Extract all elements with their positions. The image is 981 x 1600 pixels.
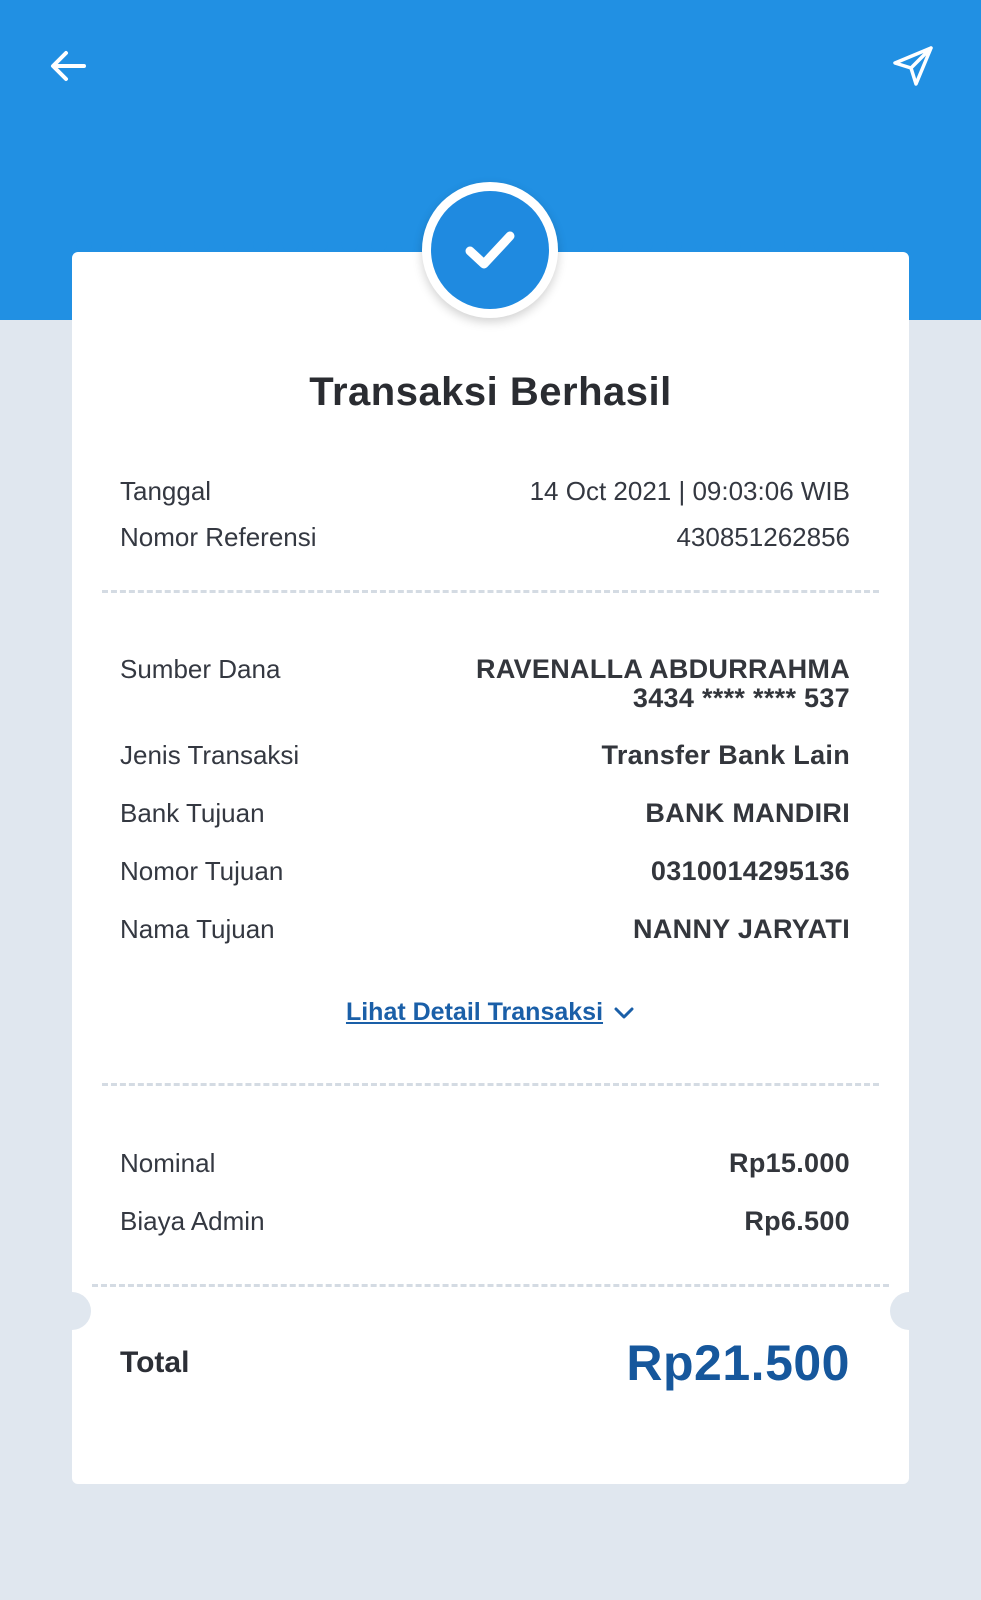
total-row: Total Rp21.500 xyxy=(120,1334,850,1392)
destination-name-value: NANNY JARYATI xyxy=(633,914,850,944)
success-badge xyxy=(422,182,558,318)
source-fund-value: RAVENALLA ABDURRAHMA 3434 **** **** 537 xyxy=(476,654,850,714)
send-icon xyxy=(893,46,933,86)
date-row: Tanggal 14 Oct 2021 | 09:03:06 WIB xyxy=(120,476,850,507)
admin-fee-row: Biaya Admin Rp6.500 xyxy=(120,1206,850,1237)
nominal-row: Nominal Rp15.000 xyxy=(120,1148,850,1179)
reference-value: 430851262856 xyxy=(676,522,850,552)
page-title: Transaksi Berhasil xyxy=(309,370,672,414)
transaction-receipt: Transaksi Berhasil Tanggal 14 Oct 2021 |… xyxy=(53,241,928,1495)
total-value: Rp21.500 xyxy=(626,1335,850,1391)
nominal-value: Rp15.000 xyxy=(729,1148,850,1178)
transaction-type-row: Jenis Transaksi Transfer Bank Lain xyxy=(120,740,850,771)
transaction-detail-link[interactable]: Lihat Detail Transaksi xyxy=(346,998,603,1027)
check-circle-icon xyxy=(431,191,549,309)
date-label: Tanggal xyxy=(120,476,212,506)
source-name: RAVENALLA ABDURRAHMA xyxy=(476,654,850,684)
transaction-type-label: Jenis Transaksi xyxy=(120,740,300,770)
receipt-notch-right xyxy=(890,1292,928,1330)
admin-fee-label: Biaya Admin xyxy=(120,1206,265,1236)
date-value: 14 Oct 2021 | 09:03:06 WIB xyxy=(529,476,850,506)
back-button[interactable] xyxy=(38,36,98,96)
destination-number-value: 0310014295136 xyxy=(650,856,850,886)
destination-name-label: Nama Tujuan xyxy=(120,914,275,944)
destination-number-label: Nomor Tujuan xyxy=(120,856,284,886)
destination-number-row: Nomor Tujuan 0310014295136 xyxy=(120,856,850,887)
nominal-label: Nominal xyxy=(120,1148,216,1178)
reference-row: Nomor Referensi 430851262856 xyxy=(120,522,850,553)
destination-bank-value: BANK MANDIRI xyxy=(645,798,850,828)
destination-name-row: Nama Tujuan NANNY JARYATI xyxy=(120,914,850,945)
source-account: 3434 **** **** 537 xyxy=(632,683,850,713)
admin-fee-value: Rp6.500 xyxy=(744,1206,850,1236)
arrow-left-icon xyxy=(51,51,86,81)
share-button[interactable] xyxy=(883,36,943,96)
source-fund-label: Sumber Dana xyxy=(120,654,281,684)
total-label: Total xyxy=(120,1346,190,1379)
divider xyxy=(102,1083,879,1086)
divider xyxy=(92,1284,889,1287)
transaction-type-value: Transfer Bank Lain xyxy=(601,740,850,770)
destination-bank-row: Bank Tujuan BANK MANDIRI xyxy=(120,798,850,829)
transaction-detail-toggle: Lihat Detail Transaksi xyxy=(72,998,909,1027)
source-fund-row: Sumber Dana RAVENALLA ABDURRAHMA 3434 **… xyxy=(120,654,850,714)
destination-bank-label: Bank Tujuan xyxy=(120,798,265,828)
receipt-scallop-bottom xyxy=(72,1473,909,1495)
divider xyxy=(102,590,879,593)
reference-label: Nomor Referensi xyxy=(120,522,317,552)
receipt-notch-left xyxy=(53,1292,91,1330)
chevron-down-icon[interactable] xyxy=(613,1006,635,1020)
